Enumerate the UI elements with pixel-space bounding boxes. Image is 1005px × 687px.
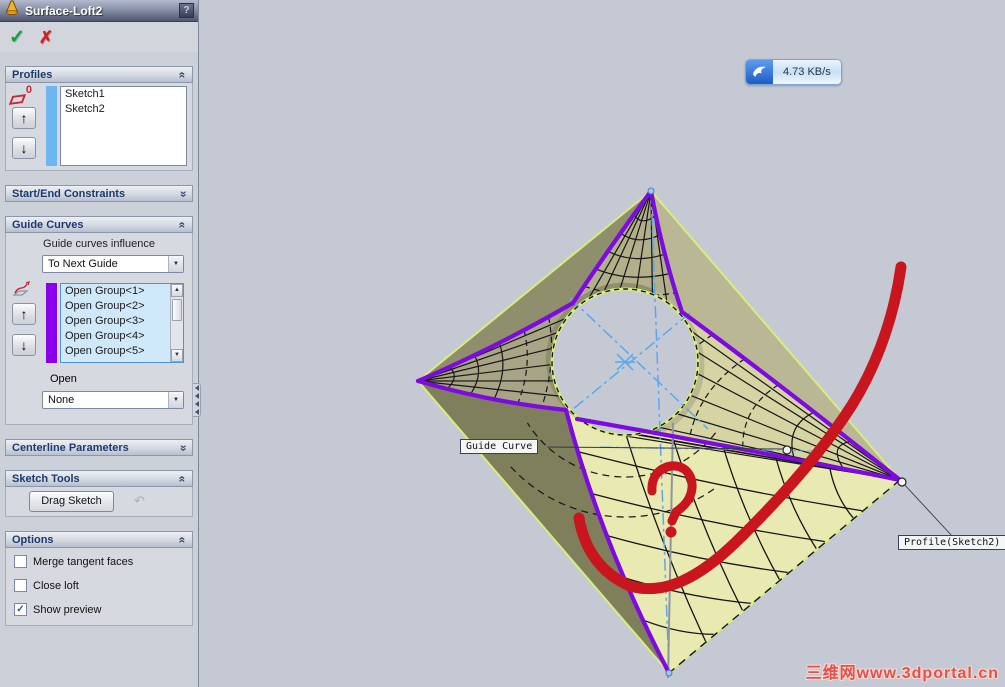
ok-button[interactable]: ✓ (9, 28, 25, 47)
move-guide-down-button[interactable]: ↓ (12, 334, 36, 356)
panel-splitter-handle[interactable] (193, 383, 201, 417)
collapse-icon: « (175, 221, 190, 228)
profiles-header[interactable]: Profiles « (5, 66, 193, 83)
guide-list-item[interactable]: Open Group<2> (61, 299, 170, 314)
checkbox-label: Merge tangent faces (33, 555, 134, 568)
checkbox-unchecked[interactable] (14, 579, 27, 592)
guide-list-item[interactable]: Open Group<5> (61, 344, 170, 359)
profile-list-item[interactable]: Sketch2 (61, 102, 186, 117)
guide-curves-listbox[interactable]: Open Group<1> Open Group<2> Open Group<3> O… (60, 283, 184, 363)
option-row: Close loft (14, 579, 79, 592)
guide-curves-icon (11, 281, 31, 302)
loft-preview-scene[interactable] (200, 0, 1005, 687)
option-row: Merge tangent faces (14, 555, 133, 568)
profile-callout[interactable]: Profile(Sketch2) (898, 535, 1005, 550)
guide-influence-label: Guide curves influence (43, 238, 155, 250)
checkbox-unchecked[interactable] (14, 555, 27, 568)
option-row: ✓ Show preview (14, 603, 101, 616)
up-arrow-icon: ↑ (20, 110, 28, 126)
centerline-header[interactable]: Centerline Parameters « (5, 439, 193, 456)
options-header[interactable]: Options « (5, 531, 193, 548)
guide-curves-header[interactable]: Guide Curves « (5, 216, 193, 233)
scrollbar-thumb[interactable] (172, 299, 182, 321)
move-profile-up-button[interactable]: ↑ (12, 107, 36, 129)
dropdown-arrow-icon: ▼ (168, 392, 183, 408)
section-start-end-constraints: Start/End Constraints « (5, 185, 193, 202)
scroll-up-icon[interactable]: ▲ (171, 284, 183, 297)
profiles-selection-bar (46, 86, 57, 166)
guide-list-item[interactable]: Open Group<3> (61, 314, 170, 329)
section-options: Options « Merge tangent faces Close loft ✓… (5, 531, 193, 626)
undo-icon[interactable]: ↶ (134, 493, 145, 509)
panel-title-bar: Surface-Loft2 ? (0, 0, 198, 22)
profile-list-item[interactable]: Sketch1 (61, 87, 186, 102)
profiles-listbox[interactable]: Sketch1 Sketch2 (60, 86, 187, 166)
section-guide-curves: Guide Curves « Guide curves influence To… (5, 216, 193, 425)
guide-list-item[interactable]: Open Group<4> (61, 329, 170, 344)
section-centerline-parameters: Centerline Parameters « (5, 439, 193, 456)
checkbox-checked[interactable]: ✓ (14, 603, 27, 616)
guide-influence-dropdown[interactable]: To Next Guide ▼ (42, 255, 184, 273)
thunder-bird-icon (746, 60, 773, 84)
section-sketch-tools: Sketch Tools « Drag Sketch ↶ (5, 470, 193, 517)
profiles-icon: 0 (8, 84, 32, 109)
scroll-down-icon[interactable]: ▼ (171, 349, 183, 362)
start-end-header[interactable]: Start/End Constraints « (5, 185, 193, 202)
checkbox-label: Close loft (33, 579, 79, 592)
move-profile-down-button[interactable]: ↓ (12, 137, 36, 159)
checkbox-label: Show preview (33, 603, 102, 616)
collapse-icon: « (175, 71, 190, 78)
cancel-button[interactable]: ✗ (39, 29, 53, 46)
expand-icon: « (175, 190, 190, 197)
up-arrow-icon: ↑ (20, 306, 28, 322)
loft-feature-icon (4, 0, 20, 21)
down-arrow-icon: ↓ (20, 337, 28, 353)
down-arrow-icon: ↓ (20, 140, 28, 156)
guide-list-scrollbar[interactable]: ▲ ▼ (170, 284, 183, 362)
move-guide-up-button[interactable]: ↑ (12, 303, 36, 325)
collapse-icon: « (175, 475, 190, 482)
viewport-3d[interactable]: Guide Curve Profile(Sketch2) 4.73 KB/s 三… (200, 0, 1005, 687)
drag-sketch-button[interactable]: Drag Sketch (29, 491, 114, 512)
open-label: Open (50, 373, 77, 385)
download-speed-badge[interactable]: 4.73 KB/s (745, 59, 842, 85)
panel-title: Surface-Loft2 (25, 3, 103, 18)
download-speed-value: 4.73 KB/s (773, 60, 841, 84)
help-button[interactable]: ? (179, 3, 194, 18)
guide-curve-callout[interactable]: Guide Curve (460, 439, 539, 454)
section-profiles: Profiles « 0 ↑ ↓ Sketch1 Sketch2 (5, 66, 193, 171)
collapse-icon: « (175, 536, 190, 543)
guide-selection-bar (46, 283, 57, 363)
sketch-tools-header[interactable]: Sketch Tools « (5, 470, 193, 487)
panel-actions: ✓ ✗ (0, 22, 198, 52)
dropdown-arrow-icon: ▼ (168, 256, 183, 272)
watermark: 三维网www.3dportal.cn (805, 665, 999, 682)
open-dropdown[interactable]: None ▼ (42, 391, 184, 409)
expand-icon: « (175, 444, 190, 451)
guide-list-item[interactable]: Open Group<1> (61, 284, 170, 299)
property-manager-panel: Surface-Loft2 ? ✓ ✗ Profiles « 0 ↑ ↓ Ske… (0, 0, 199, 687)
